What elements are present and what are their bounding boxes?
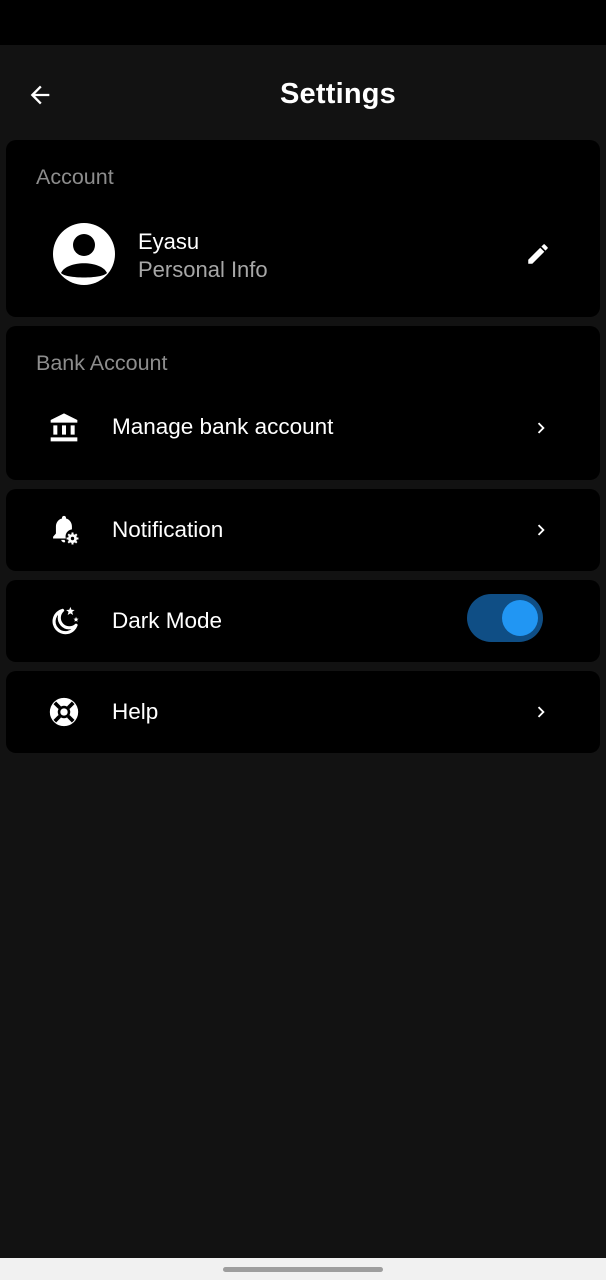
profile-subtitle[interactable]: Personal Info xyxy=(138,257,268,283)
manage-bank-account-label: Manage bank account xyxy=(112,414,334,439)
page-title: Settings xyxy=(280,78,396,110)
chevron-right-icon xyxy=(530,417,552,439)
home-gesture-handle[interactable] xyxy=(223,1267,383,1272)
moon-stars-icon xyxy=(46,603,82,639)
dark-mode-card: Dark Mode xyxy=(6,580,600,662)
edit-profile-button[interactable] xyxy=(521,237,555,271)
bell-settings-icon xyxy=(46,512,82,548)
notification-card[interactable]: Notification xyxy=(6,489,600,571)
profile-name: Eyasu xyxy=(138,229,200,254)
help-label: Help xyxy=(112,699,159,724)
section-label-account: Account xyxy=(36,165,114,189)
app-bar: Settings xyxy=(0,45,606,145)
bank-account-card: Bank Account Manage bank account xyxy=(6,326,600,480)
lifebuoy-icon xyxy=(46,694,82,730)
bank-icon xyxy=(46,410,82,446)
pencil-icon xyxy=(528,244,548,264)
toggle-knob xyxy=(502,600,538,636)
dark-mode-toggle[interactable] xyxy=(467,594,543,642)
chevron-right-icon xyxy=(530,701,552,723)
section-label-bank: Bank Account xyxy=(36,351,168,375)
avatar[interactable] xyxy=(53,223,115,285)
system-navigation-bar xyxy=(0,1258,606,1280)
chevron-right-icon xyxy=(530,519,552,541)
notification-label: Notification xyxy=(112,517,224,542)
status-bar xyxy=(0,0,606,45)
dark-mode-label: Dark Mode xyxy=(112,608,223,633)
account-card: Account Eyasu Personal Info xyxy=(6,140,600,317)
help-card[interactable]: Help xyxy=(6,671,600,753)
person-circle-icon xyxy=(61,234,107,278)
manage-bank-account-row[interactable]: Manage bank account xyxy=(6,398,600,458)
